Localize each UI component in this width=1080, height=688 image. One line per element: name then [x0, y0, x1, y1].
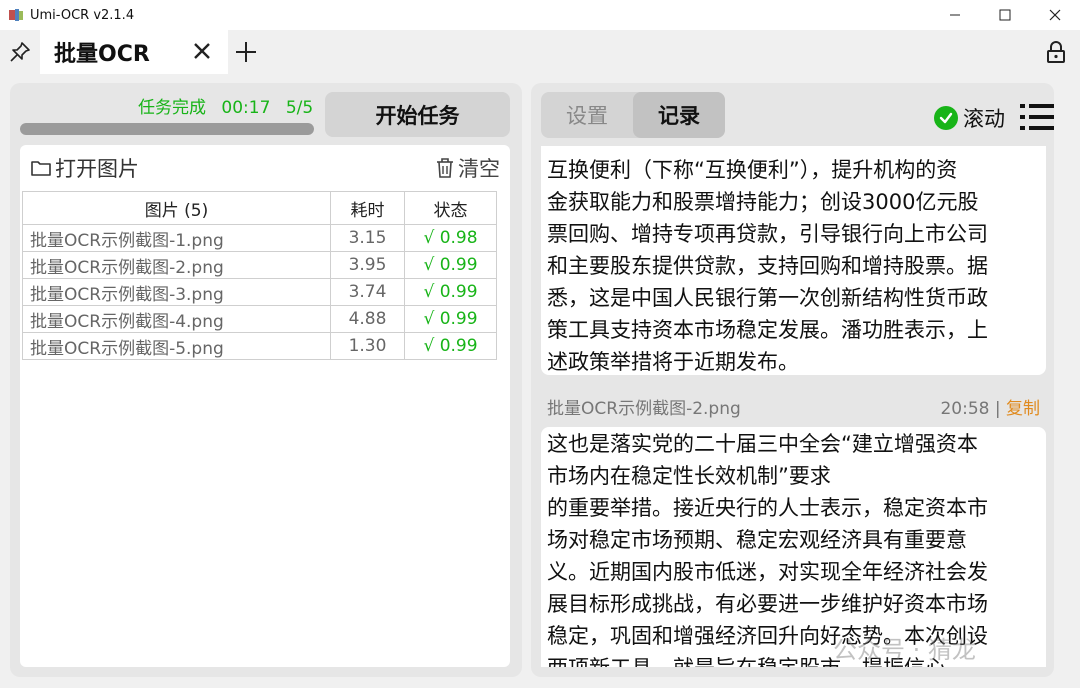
- record-file-name: 批量OCR示例截图-2.png: [547, 399, 741, 419]
- record-time: 20:58: [940, 399, 990, 419]
- file-status: √ 0.99: [404, 305, 497, 333]
- file-table: 图片 (5) 耗时 状态 批量OCR示例截图-1.png 3.15 √ 0.98…: [22, 191, 497, 360]
- auto-scroll-label: 滚动: [963, 107, 1005, 131]
- progress-fill: [20, 123, 314, 135]
- plus-icon: [236, 42, 256, 62]
- maximize-icon: [999, 9, 1011, 21]
- ocr-record-card: 互换便利（下称“互换便利”），提升机构的资 金获取能力和股票增持能力；创设300…: [541, 146, 1046, 375]
- minimize-icon: [950, 14, 960, 16]
- column-header-image[interactable]: 图片 (5): [22, 191, 331, 225]
- window-title: Umi-OCR v2.1.4: [30, 7, 135, 23]
- add-tab-button[interactable]: [228, 30, 264, 74]
- table-row[interactable]: 批量OCR示例截图-3.png 3.74 √ 0.99: [22, 278, 497, 306]
- ocr-line: 策工具支持资本市场稳定发展。潘功胜表示，上: [547, 318, 988, 342]
- ocr-line: 票回购、增持专项再贷款，引导银行向上市公司: [547, 222, 988, 246]
- records-list[interactable]: 互换便利（下称“互换便利”），提升机构的资 金获取能力和股票增持能力；创设300…: [541, 146, 1046, 667]
- file-name: 批量OCR示例截图-3.png: [22, 278, 331, 306]
- tab-bar: 批量OCR: [0, 30, 1080, 74]
- start-task-button[interactable]: 开始任务: [325, 92, 510, 137]
- ocr-line: 市场内在稳定性长效机制”要求: [547, 464, 831, 488]
- file-name: 批量OCR示例截图-5.png: [22, 332, 331, 360]
- open-images-button[interactable]: 打开图片: [30, 153, 139, 183]
- file-name: 批量OCR示例截图-4.png: [22, 305, 331, 333]
- auto-scroll-toggle[interactable]: 滚动: [934, 103, 1005, 133]
- clear-label: 清空: [458, 157, 500, 181]
- ocr-line: 悉，这是中国人民银行第一次创新结构性货币政: [547, 286, 988, 310]
- title-bar: Umi-OCR v2.1.4: [0, 0, 1080, 30]
- clear-button[interactable]: 清空: [435, 153, 500, 183]
- file-status: √ 0.99: [404, 251, 497, 279]
- tab-settings[interactable]: 设置: [541, 92, 633, 138]
- file-time: 4.88: [330, 305, 405, 333]
- ocr-line: [547, 146, 1040, 154]
- folder-icon: [31, 161, 51, 176]
- column-header-status[interactable]: 状态: [404, 191, 497, 225]
- table-row[interactable]: 批量OCR示例截图-1.png 3.15 √ 0.98: [22, 224, 497, 252]
- file-time: 3.74: [330, 278, 405, 306]
- pin-button[interactable]: [0, 30, 40, 74]
- ocr-line: 述政策举措将于近期发布。: [547, 350, 799, 374]
- ocr-line: 的重要举措。接近央行的人士表示，稳定资本市: [547, 496, 988, 520]
- file-time: 3.15: [330, 224, 405, 252]
- ocr-line: 义。近期国内股市低迷，对实现全年经济社会发: [547, 560, 988, 584]
- file-name: 批量OCR示例截图-2.png: [22, 251, 331, 279]
- watermark: 公众号 · 猜龙: [833, 636, 976, 664]
- file-name: 批量OCR示例截图-1.png: [22, 224, 331, 252]
- close-window-button[interactable]: [1030, 0, 1080, 30]
- minimize-button[interactable]: [930, 0, 980, 30]
- copy-button[interactable]: 复制: [1006, 399, 1040, 419]
- record-header: 批量OCR示例截图-2.png 20:58 | 复制: [547, 394, 1040, 420]
- ocr-line: 互换便利（下称“互换便利”），提升机构的资: [547, 158, 958, 182]
- tab-label: 批量OCR: [54, 42, 150, 67]
- file-list-area: 打开图片 清空 图片 (5) 耗时 状态 批量OCR示例截图-1.png 3.1…: [20, 145, 510, 667]
- pin-icon: [10, 42, 30, 62]
- ocr-line: 场对稳定市场预期、稳定宏观经济具有重要意: [547, 528, 967, 552]
- tab-batch-ocr[interactable]: 批量OCR: [40, 30, 228, 74]
- progress-count: 5/5: [285, 98, 314, 118]
- ocr-result-text[interactable]: 互换便利（下称“互换便利”），提升机构的资 金获取能力和股票增持能力；创设300…: [541, 146, 1046, 375]
- column-header-time[interactable]: 耗时: [330, 191, 405, 225]
- lock-icon: [1047, 41, 1065, 63]
- lock-button[interactable]: [1042, 38, 1070, 66]
- progress-bar: [20, 123, 314, 135]
- status-text: 任务完成: [138, 98, 206, 118]
- open-images-label: 打开图片: [55, 157, 139, 181]
- tab-close-button[interactable]: [190, 39, 214, 63]
- ocr-line: 金获取能力和股票增持能力；创设3000亿元股: [547, 190, 979, 214]
- trash-icon: [437, 158, 453, 178]
- left-panel: 任务完成 00:17 5/5 开始任务 打开图片 清空 图片 (5) 耗时 状态…: [10, 83, 522, 677]
- file-status: √ 0.99: [404, 278, 497, 306]
- file-status: √ 0.98: [404, 224, 497, 252]
- ocr-line: 展目标形成挑战，有必要进一步维护好资本市场: [547, 592, 988, 616]
- settings-records-toggle: 设置 记录: [541, 92, 725, 138]
- table-row[interactable]: 批量OCR示例截图-4.png 4.88 √ 0.99: [22, 305, 497, 333]
- file-time: 1.30: [330, 332, 405, 360]
- close-icon: [194, 43, 210, 59]
- table-header-row: 图片 (5) 耗时 状态: [22, 191, 497, 225]
- table-row[interactable]: 批量OCR示例截图-5.png 1.30 √ 0.99: [22, 332, 497, 360]
- ocr-line: 和主要股东提供贷款，支持回购和增持股票。据: [547, 254, 988, 278]
- record-separator: |: [994, 399, 1001, 419]
- close-icon: [1049, 9, 1061, 21]
- file-time: 3.95: [330, 251, 405, 279]
- table-row[interactable]: 批量OCR示例截图-2.png 3.95 √ 0.99: [22, 251, 497, 279]
- ocr-line: 这也是落实党的二十届三中全会“建立增强资本: [547, 432, 978, 456]
- elapsed-time: 00:17: [221, 98, 271, 118]
- app-icon: [8, 7, 24, 23]
- file-status: √ 0.99: [404, 332, 497, 360]
- menu-button[interactable]: [1020, 102, 1054, 132]
- task-status: 任务完成 00:17 5/5: [138, 93, 323, 118]
- tab-records[interactable]: 记录: [633, 92, 725, 138]
- menu-icon: [1020, 104, 1054, 130]
- check-circle-icon: [934, 106, 958, 130]
- right-panel: 设置 记录 滚动 互换便利（下称“互换便利”），提升机构的资 金获取能力和股票增…: [531, 83, 1054, 677]
- maximize-button[interactable]: [980, 0, 1030, 30]
